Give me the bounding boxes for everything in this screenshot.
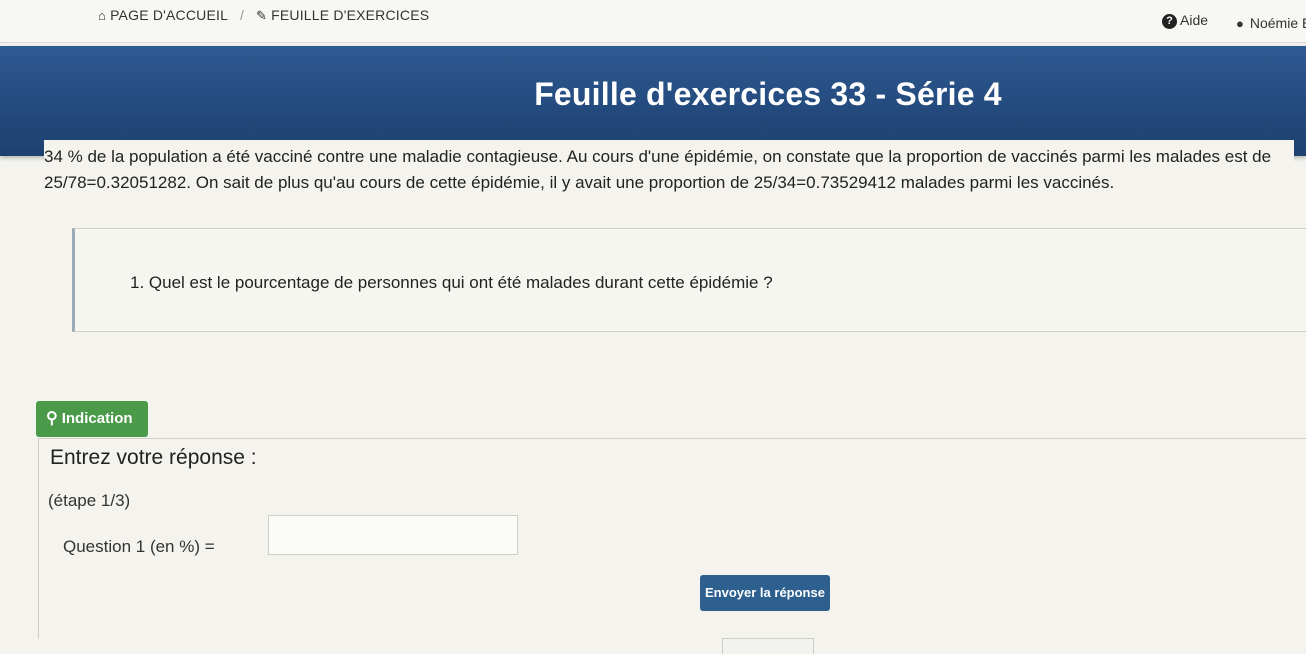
answer-legend: Entrez votre réponse :	[48, 446, 263, 470]
breadcrumb-separator: /	[240, 7, 245, 23]
hint-button[interactable]: ⚲ Indication	[36, 401, 148, 437]
lightbulb-icon: ⚲	[46, 410, 58, 427]
statement-line-2: 25/78=0.32051282. On sait de plus qu'au …	[44, 173, 1115, 192]
top-nav: ⌂ PAGE D'ACCUEIL / ✎ FEUILLE D'EXERCICES ?…	[0, 0, 1306, 43]
question-1-label: Question 1 (en %) =	[63, 537, 215, 556]
step-indicator: (étape 1/3)	[48, 491, 131, 510]
breadcrumb-sheet[interactable]: ✎ FEUILLE D'EXERCICES	[256, 7, 429, 24]
hint-label: Indication	[61, 410, 133, 427]
page-title: Feuille d'exercices 33 - Série 4	[534, 76, 1002, 112]
user-menu[interactable]: ● Noémie E	[1236, 15, 1306, 31]
submit-button[interactable]: Envoyer la réponse	[700, 575, 830, 611]
exercise-statement: 34 % de la population a été vacciné cont…	[44, 140, 1294, 196]
help-icon: ?	[1162, 13, 1177, 29]
breadcrumb-home-label: PAGE D'ACCUEIL	[110, 7, 229, 23]
help-label: Aide	[1180, 12, 1209, 28]
edit-icon: ✎	[256, 8, 268, 23]
user-icon: ●	[1236, 16, 1244, 31]
question-text: 1. Quel est le pourcentage de personnes …	[130, 273, 773, 292]
breadcrumb-sheet-label: FEUILLE D'EXERCICES	[271, 7, 430, 23]
breadcrumb-home[interactable]: ⌂ PAGE D'ACCUEIL	[98, 7, 228, 23]
answer-input[interactable]	[268, 515, 518, 555]
user-name: Noémie E	[1249, 15, 1306, 31]
statement-line-1: 34 % de la population a été vacciné cont…	[44, 147, 1272, 166]
partial-element	[722, 638, 814, 654]
question-panel: 1. Quel est le pourcentage de personnes …	[72, 228, 1306, 332]
help-link[interactable]: ? Aide	[1162, 12, 1208, 29]
home-icon: ⌂	[98, 8, 107, 23]
